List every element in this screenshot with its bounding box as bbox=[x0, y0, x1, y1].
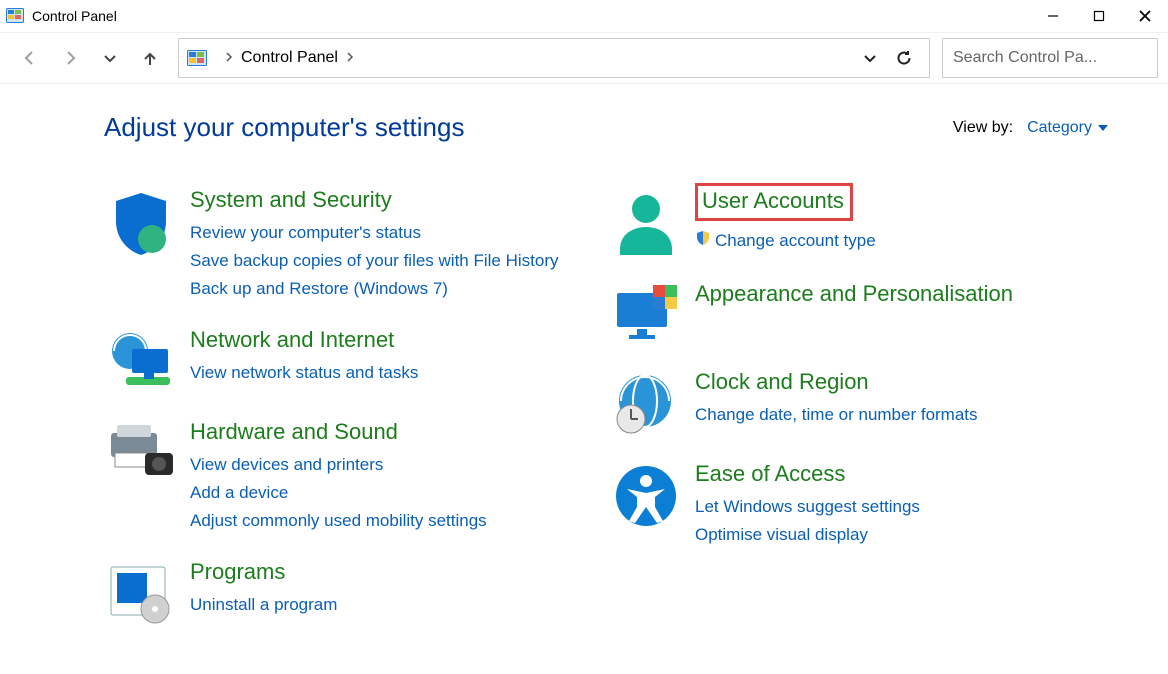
chevron-right-icon[interactable] bbox=[225, 50, 233, 67]
category-system-security: System and Security Review your computer… bbox=[104, 187, 603, 303]
address-dropdown-button[interactable] bbox=[853, 39, 887, 77]
category-clock-region: Clock and Region Change date, time or nu… bbox=[609, 369, 1108, 437]
control-panel-icon bbox=[6, 7, 24, 25]
globe-clock-icon bbox=[609, 369, 683, 437]
link-optimise-visual[interactable]: Optimise visual display bbox=[695, 521, 1108, 549]
category-title[interactable]: Ease of Access bbox=[695, 461, 845, 487]
search-box[interactable] bbox=[942, 38, 1158, 78]
category-title[interactable]: Hardware and Sound bbox=[190, 419, 398, 445]
category-appearance: Appearance and Personalisation bbox=[609, 281, 1108, 345]
link-change-account-type[interactable]: Change account type bbox=[695, 227, 1108, 256]
refresh-button[interactable] bbox=[887, 39, 921, 77]
link-backup-restore[interactable]: Back up and Restore (Windows 7) bbox=[190, 275, 603, 303]
category-title[interactable]: System and Security bbox=[190, 187, 392, 213]
link-devices-printers[interactable]: View devices and printers bbox=[190, 451, 603, 479]
category-title[interactable]: Appearance and Personalisation bbox=[695, 281, 1013, 307]
up-button[interactable] bbox=[130, 38, 170, 78]
page-title: Adjust your computer's settings bbox=[104, 112, 953, 143]
category-title[interactable]: Clock and Region bbox=[695, 369, 869, 395]
breadcrumb-control-panel[interactable]: Control Panel bbox=[241, 49, 338, 67]
title-bar: Control Panel bbox=[0, 0, 1168, 32]
category-title[interactable]: Programs bbox=[190, 559, 285, 585]
maximize-button[interactable] bbox=[1076, 0, 1122, 32]
minimize-button[interactable] bbox=[1030, 0, 1076, 32]
user-icon bbox=[609, 187, 683, 257]
view-by-value: Category bbox=[1027, 119, 1092, 137]
category-network-internet: Network and Internet View network status… bbox=[104, 327, 603, 395]
link-add-device[interactable]: Add a device bbox=[190, 479, 603, 507]
category-ease-of-access: Ease of Access Let Windows suggest setti… bbox=[609, 461, 1108, 549]
globe-monitor-icon bbox=[104, 327, 178, 395]
back-button[interactable] bbox=[10, 38, 50, 78]
view-by-label: View by: bbox=[953, 119, 1013, 137]
monitor-colors-icon bbox=[609, 281, 683, 345]
close-button[interactable] bbox=[1122, 0, 1168, 32]
link-network-status[interactable]: View network status and tasks bbox=[190, 359, 603, 387]
shield-icon bbox=[104, 187, 178, 303]
category-title[interactable]: Network and Internet bbox=[190, 327, 394, 353]
link-review-status[interactable]: Review your computer's status bbox=[190, 219, 603, 247]
navigation-bar: Control Panel bbox=[0, 32, 1168, 84]
link-mobility-settings[interactable]: Adjust commonly used mobility settings bbox=[190, 507, 603, 535]
category-hardware-sound: Hardware and Sound View devices and prin… bbox=[104, 419, 603, 535]
category-programs: Programs Uninstall a program bbox=[104, 559, 603, 625]
link-suggest-settings[interactable]: Let Windows suggest settings bbox=[695, 493, 1108, 521]
link-uninstall[interactable]: Uninstall a program bbox=[190, 591, 603, 619]
link-date-time-formats[interactable]: Change date, time or number formats bbox=[695, 401, 1108, 429]
uac-shield-icon bbox=[695, 227, 711, 255]
accessibility-icon bbox=[609, 461, 683, 549]
recent-locations-button[interactable] bbox=[90, 38, 130, 78]
link-file-history[interactable]: Save backup copies of your files with Fi… bbox=[190, 247, 603, 275]
chevron-down-icon bbox=[1098, 125, 1108, 131]
content-area: Adjust your computer's settings View by:… bbox=[0, 84, 1168, 674]
control-panel-icon bbox=[187, 50, 207, 66]
programs-disc-icon bbox=[104, 559, 178, 625]
category-user-accounts: User Accounts Change account type bbox=[609, 187, 1108, 257]
chevron-right-icon[interactable] bbox=[346, 50, 354, 67]
search-input[interactable] bbox=[951, 48, 1162, 68]
window-title: Control Panel bbox=[32, 8, 117, 24]
address-bar[interactable]: Control Panel bbox=[178, 38, 930, 78]
printer-camera-icon bbox=[104, 419, 178, 535]
view-by-dropdown[interactable]: Category bbox=[1027, 119, 1108, 137]
forward-button[interactable] bbox=[50, 38, 90, 78]
category-title[interactable]: User Accounts bbox=[695, 183, 853, 221]
